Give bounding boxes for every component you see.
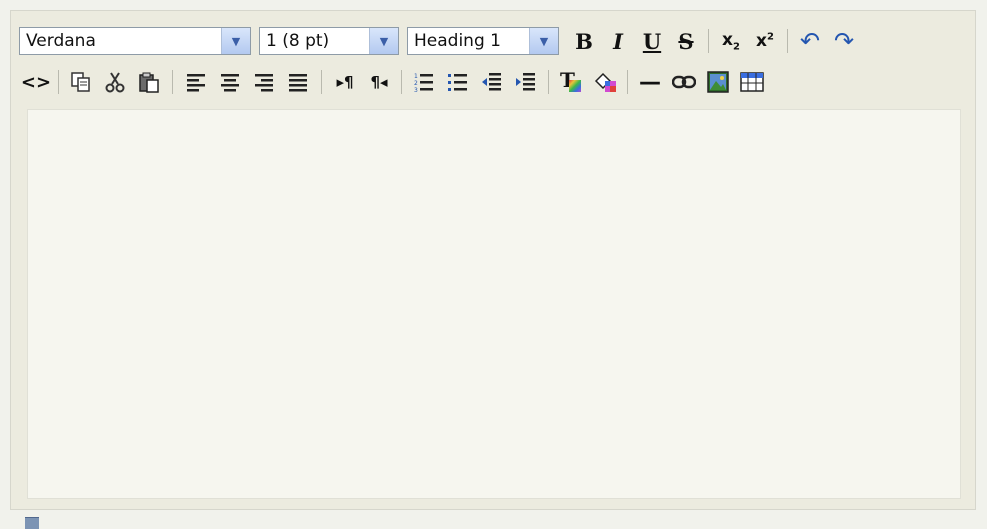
align-center-icon xyxy=(221,74,239,92)
cut-icon xyxy=(105,72,125,93)
indent-icon xyxy=(516,73,535,91)
ordered-list-icon: 1 2 3 xyxy=(414,73,433,93)
paragraph-format-select[interactable]: Heading 1 ▼ xyxy=(407,27,559,55)
undo-button[interactable]: ↶ xyxy=(793,26,827,56)
image-icon xyxy=(707,71,729,93)
toolbar-separator xyxy=(172,70,173,94)
toolbar-separator xyxy=(58,70,59,94)
italic-icon: I xyxy=(613,28,623,54)
toolbar-row-1: Verdana ▼ 1 (8 pt) ▼ Heading 1 ▼ B I U S… xyxy=(19,25,967,57)
table-button[interactable] xyxy=(735,67,769,97)
rtl-icon: ¶◂ xyxy=(370,73,388,91)
unordered-list-icon xyxy=(448,74,467,91)
ordered-list-button[interactable]: 1 2 3 xyxy=(407,67,441,97)
superscript-button[interactable]: x2 xyxy=(748,26,782,56)
toolbar-separator xyxy=(627,70,628,94)
underline-icon: U xyxy=(642,28,662,54)
chevron-down-icon[interactable]: ▼ xyxy=(369,28,398,54)
chevron-down-icon[interactable]: ▼ xyxy=(221,28,250,54)
text-color-icon: T xyxy=(559,68,583,94)
table-icon xyxy=(740,72,764,92)
redo-icon: ↷ xyxy=(833,27,855,55)
outdent-button[interactable] xyxy=(475,67,509,97)
subscript-button[interactable]: x2 xyxy=(714,26,748,56)
toolbar-separator xyxy=(708,29,709,53)
resize-handle[interactable] xyxy=(25,517,39,529)
copy-button[interactable] xyxy=(64,67,98,97)
font-size-select[interactable]: 1 (8 pt) ▼ xyxy=(259,27,399,55)
toolbar-separator xyxy=(401,70,402,94)
background-color-button[interactable] xyxy=(588,67,622,97)
font-size-value: 1 (8 pt) xyxy=(266,31,330,51)
cut-button[interactable] xyxy=(98,67,132,97)
ltr-button[interactable]: ▸¶ xyxy=(328,67,362,97)
svg-text:3: 3 xyxy=(414,87,418,93)
image-button[interactable] xyxy=(701,67,735,97)
strikethrough-button[interactable]: S xyxy=(669,26,703,56)
background-color-icon xyxy=(594,72,616,92)
link-icon xyxy=(672,75,696,89)
svg-text:2: 2 xyxy=(414,80,418,87)
align-center-button[interactable] xyxy=(213,67,247,97)
text-color-button[interactable]: T xyxy=(554,67,588,97)
horizontal-rule-button[interactable]: — xyxy=(633,67,667,97)
subscript-icon: x2 xyxy=(722,29,740,53)
justify-button[interactable] xyxy=(281,67,315,97)
font-family-select[interactable]: Verdana ▼ xyxy=(19,27,251,55)
toolbar-separator xyxy=(787,29,788,53)
align-left-icon xyxy=(187,74,205,92)
html-source-icon: <> xyxy=(20,71,52,93)
ltr-icon: ▸¶ xyxy=(336,73,354,91)
undo-icon: ↶ xyxy=(799,27,821,55)
bold-button[interactable]: B xyxy=(567,26,601,56)
indent-button[interactable] xyxy=(509,67,543,97)
toolbar-separator xyxy=(321,70,322,94)
paste-icon xyxy=(139,72,159,93)
chevron-down-icon[interactable]: ▼ xyxy=(529,28,558,54)
html-source-button[interactable]: <> xyxy=(19,67,53,97)
rtl-button[interactable]: ¶◂ xyxy=(362,67,396,97)
paste-button[interactable] xyxy=(132,67,166,97)
align-right-icon xyxy=(255,74,273,92)
toolbar-row-2: <> ▸¶ ¶◂ 1 2 3 T — xyxy=(19,66,967,98)
redo-button[interactable]: ↷ xyxy=(827,26,861,56)
toolbar-separator xyxy=(548,70,549,94)
unordered-list-button[interactable] xyxy=(441,67,475,97)
copy-icon xyxy=(71,72,90,92)
strikethrough-icon: S xyxy=(678,28,694,54)
horizontal-rule-icon: — xyxy=(639,69,661,95)
font-family-value: Verdana xyxy=(26,31,96,51)
outdent-icon xyxy=(482,73,501,91)
editor-content-area[interactable] xyxy=(27,109,961,499)
svg-text:1: 1 xyxy=(414,73,418,80)
rich-text-editor: Verdana ▼ 1 (8 pt) ▼ Heading 1 ▼ B I U S… xyxy=(10,10,976,510)
underline-button[interactable]: U xyxy=(635,26,669,56)
italic-button[interactable]: I xyxy=(601,26,635,56)
bold-icon: B xyxy=(575,28,593,54)
superscript-icon: x2 xyxy=(756,31,774,51)
align-left-button[interactable] xyxy=(179,67,213,97)
link-button[interactable] xyxy=(667,67,701,97)
align-right-button[interactable] xyxy=(247,67,281,97)
justify-icon xyxy=(289,74,307,92)
paragraph-format-value: Heading 1 xyxy=(414,31,501,51)
